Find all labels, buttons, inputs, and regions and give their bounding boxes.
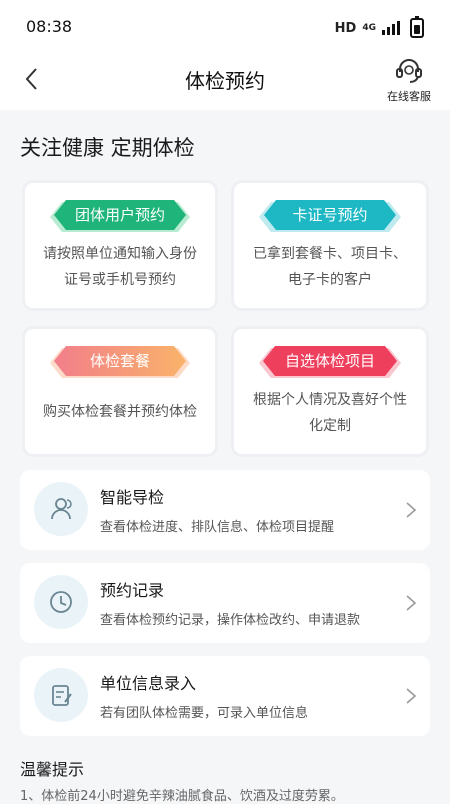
- custom-items-label: 自选体检项目: [263, 346, 397, 376]
- package-desc: 购买体检套餐并预约体检: [43, 404, 197, 420]
- chevron-right-icon: [406, 502, 417, 518]
- signal-icon: [382, 21, 400, 35]
- group-booking-card[interactable]: 团体用户预约 请按照单位通知输入身份证号或手机号预约: [25, 183, 215, 308]
- company-info-item[interactable]: 单位信息录入 若有团队体检需要，可录入单位信息: [20, 656, 430, 736]
- booking-records-title: 预约记录: [100, 581, 165, 600]
- network-type-label: 4G: [362, 23, 376, 33]
- status-bar: 08:38 HD 4G: [0, 0, 450, 54]
- card-number-booking-label: 卡证号预约: [264, 200, 396, 230]
- smart-guide-item[interactable]: 智能导检 查看体检进度、排队信息、体检项目提醒: [20, 470, 430, 550]
- smart-guide-title: 智能导检: [100, 488, 165, 507]
- smart-guide-desc: 查看体检进度、排队信息、体检项目提醒: [100, 520, 335, 535]
- card-number-booking-desc: 已拿到套餐卡、项目卡、电子卡的客户: [253, 246, 407, 288]
- edit-icon: [52, 685, 72, 706]
- status-indicators: HD 4G: [334, 16, 424, 38]
- chevron-right-icon: [406, 688, 417, 704]
- header: 体检预约 在线客服: [0, 54, 450, 110]
- chevron-right-icon: [406, 595, 417, 611]
- network-label: HD: [334, 20, 357, 36]
- group-booking-desc: 请按照单位通知输入身份证号或手机号预约: [43, 246, 197, 288]
- online-service-button[interactable]: 在线客服: [382, 56, 436, 104]
- booking-records-item[interactable]: 预约记录 查看体检预约记录，操作体检改约、申请退款: [20, 563, 430, 643]
- custom-items-card[interactable]: 自选体检项目 根据个人情况及喜好个性化定制: [234, 329, 426, 454]
- clock-icon: [50, 591, 72, 613]
- slogan-title: 关注健康 定期体检: [20, 136, 195, 160]
- package-card[interactable]: 体检套餐 购买体检套餐并预约体检: [25, 329, 215, 454]
- company-info-title: 单位信息录入: [100, 674, 197, 693]
- booking-records-desc: 查看体检预约记录，操作体检改约、申请退款: [100, 613, 361, 628]
- card-number-booking-card[interactable]: 卡证号预约 已拿到套餐卡、项目卡、电子卡的客户: [234, 183, 426, 308]
- tips-title: 温馨提示: [20, 760, 85, 779]
- custom-items-desc: 根据个人情况及喜好个性化定制: [253, 392, 407, 434]
- status-time: 08:38: [26, 17, 73, 36]
- package-label: 体检套餐: [54, 346, 186, 376]
- online-service-label: 在线客服: [387, 90, 431, 103]
- tips-item: 1、体检前24小时避免辛辣油腻食品、饮酒及过度劳累。: [20, 789, 344, 804]
- users-icon: [51, 498, 72, 520]
- company-info-desc: 若有团队体检需要，可录入单位信息: [100, 706, 309, 721]
- headset-icon: [396, 59, 422, 83]
- group-booking-label: 团体用户预约: [54, 200, 186, 230]
- battery-icon: [410, 16, 424, 38]
